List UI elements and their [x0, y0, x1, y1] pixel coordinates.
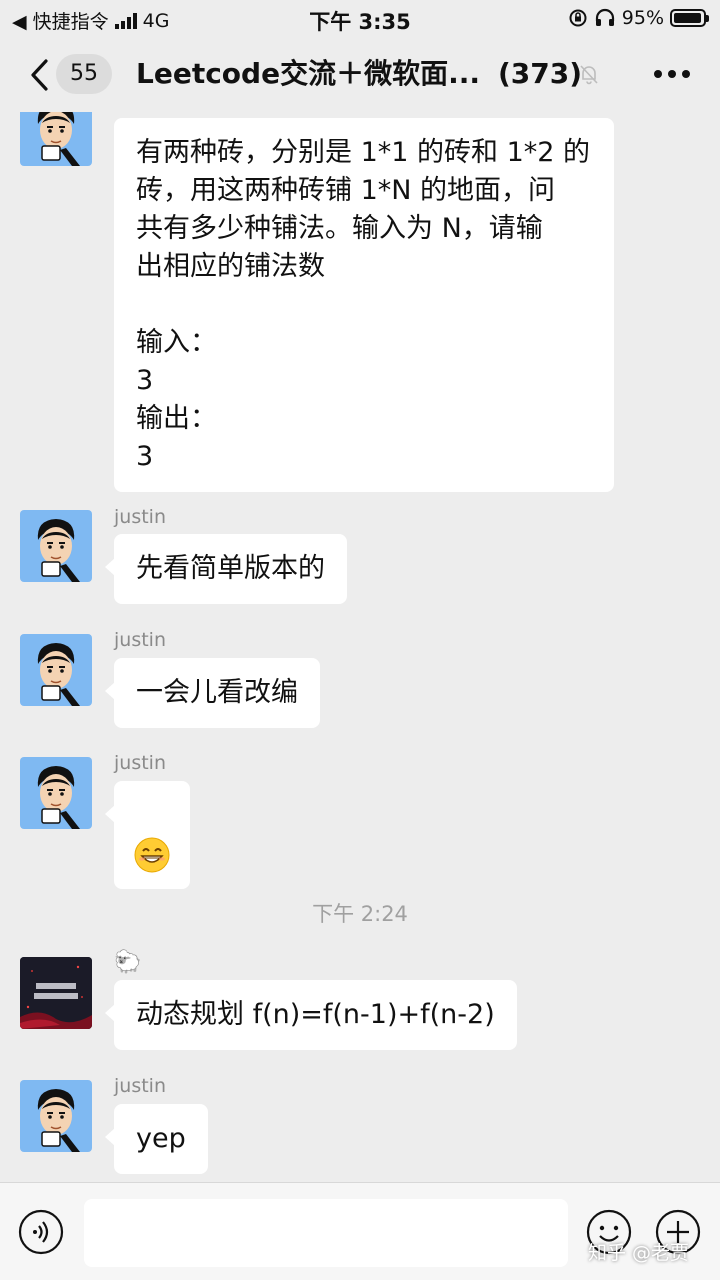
group-title: Leetcode交流＋微软面...: [136, 57, 480, 90]
back-chevron-icon[interactable]: [26, 58, 56, 92]
watermark: 知乎 @老贾: [588, 1242, 690, 1264]
more-options-icon[interactable]: [654, 70, 690, 80]
message-list[interactable]: 有两种砖，分别是 1*1 的砖和 1*2 的 砖，用这两种砖铺 1*N 的地面，…: [0, 112, 720, 1182]
message-bubble[interactable]: 一会儿看改编: [105, 658, 320, 728]
sender-name: 🐑: [114, 950, 142, 975]
avatar[interactable]: [20, 112, 92, 166]
battery-icon: [670, 9, 709, 27]
cartoon-man-icon: [37, 766, 80, 829]
cartoon-man-icon: [37, 112, 80, 166]
avatar[interactable]: [20, 1080, 92, 1152]
sender-name: justin: [114, 506, 166, 528]
enjoy-yourself-poster-icon: [20, 957, 92, 1029]
avatar[interactable]: [20, 957, 92, 1029]
message-bubble[interactable]: yep: [105, 1104, 208, 1174]
message-bubble[interactable]: 动态规划 f(n)=f(n-1)+f(n-2): [105, 980, 517, 1050]
cartoon-man-icon: [37, 643, 80, 706]
member-count: (373): [498, 57, 583, 90]
avatar[interactable]: [20, 757, 92, 829]
chat-header: 55 Leetcode交流＋微软面... (373): [0, 36, 720, 112]
grinning-face-icon: [134, 837, 170, 872]
status-right: 95%: [568, 7, 709, 29]
battery-percent: 95%: [621, 7, 664, 29]
message-bubble[interactable]: 有两种砖，分别是 1*1 的砖和 1*2 的 砖，用这两种砖铺 1*N 的地面，…: [114, 118, 614, 492]
unread-count-badge[interactable]: 55: [56, 54, 112, 94]
message-bubble[interactable]: [105, 781, 190, 889]
voice-input-icon[interactable]: [18, 1209, 64, 1255]
message-bubble[interactable]: 先看简单版本的: [105, 534, 347, 604]
avatar[interactable]: [20, 634, 92, 706]
mute-bell-icon: [580, 65, 598, 85]
status-bar: ◀ 快捷指令 4G 下午 3:35 95%: [0, 0, 720, 36]
battery-level: [674, 13, 701, 23]
cartoon-man-icon: [37, 1089, 80, 1152]
avatar[interactable]: [20, 510, 92, 582]
message-input[interactable]: [84, 1199, 568, 1267]
rotation-lock-icon: [569, 9, 587, 27]
cartoon-man-icon: [37, 519, 80, 582]
input-bar: [0, 1182, 720, 1280]
sender-name: justin: [114, 1075, 166, 1097]
sender-name: justin: [114, 752, 166, 774]
headphones-icon: [595, 8, 614, 26]
sender-name: justin: [114, 629, 166, 651]
timestamp: 下午 2:24: [312, 902, 408, 926]
